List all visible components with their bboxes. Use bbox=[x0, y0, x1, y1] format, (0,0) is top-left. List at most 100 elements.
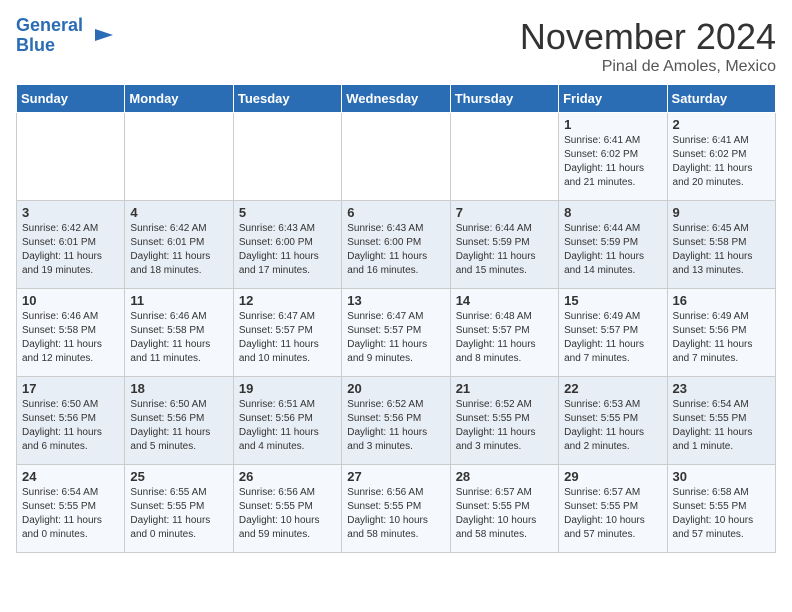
calendar-cell: 7 Sunrise: 6:44 AM Sunset: 5:59 PM Daylig… bbox=[450, 201, 558, 289]
day-number: 11 bbox=[130, 293, 227, 308]
calendar-cell: 12 Sunrise: 6:47 AM Sunset: 5:57 PM Dayli… bbox=[233, 289, 341, 377]
calendar-cell: 29 Sunrise: 6:57 AM Sunset: 5:55 PM Dayli… bbox=[559, 465, 667, 553]
day-info: Sunrise: 6:57 AM Sunset: 5:55 PM Dayligh… bbox=[456, 486, 553, 542]
calendar-cell: 8Sunrise: 6:44 AM Sunset: 5:59 PM Daylig… bbox=[559, 201, 667, 289]
day-number: 29 bbox=[564, 469, 661, 484]
calendar-cell: 2 Sunrise: 6:41 AM Sunset: 6:02 PM Daylig… bbox=[667, 113, 775, 201]
day-info: Sunrise: 6:53 AM Sunset: 5:55 PM Dayligh… bbox=[564, 398, 661, 454]
day-info: Sunrise: 6:43 AM Sunset: 6:00 PM Dayligh… bbox=[347, 222, 444, 278]
day-info: Sunrise: 6:42 AM Sunset: 6:01 PM Dayligh… bbox=[130, 222, 227, 278]
day-number: 6 bbox=[347, 205, 444, 220]
day-of-week-header: Saturday bbox=[667, 85, 775, 113]
calendar-cell: 16Sunrise: 6:49 AM Sunset: 5:56 PM Dayli… bbox=[667, 289, 775, 377]
day-number: 18 bbox=[130, 381, 227, 396]
calendar-cell bbox=[233, 113, 341, 201]
title-block: November 2024 Pinal de Amoles, Mexico bbox=[520, 16, 776, 76]
day-number: 22 bbox=[564, 381, 661, 396]
month-title: November 2024 bbox=[520, 16, 776, 58]
calendar-week-row: 24Sunrise: 6:54 AM Sunset: 5:55 PM Dayli… bbox=[17, 465, 776, 553]
day-info: Sunrise: 6:46 AM Sunset: 5:58 PM Dayligh… bbox=[22, 310, 119, 366]
day-info: Sunrise: 6:54 AM Sunset: 5:55 PM Dayligh… bbox=[673, 398, 770, 454]
calendar-header-row: SundayMondayTuesdayWednesdayThursdayFrid… bbox=[17, 85, 776, 113]
day-of-week-header: Tuesday bbox=[233, 85, 341, 113]
calendar-table: SundayMondayTuesdayWednesdayThursdayFrid… bbox=[16, 84, 776, 553]
calendar-cell bbox=[450, 113, 558, 201]
calendar-cell bbox=[125, 113, 233, 201]
calendar-body: 1 Sunrise: 6:41 AM Sunset: 6:02 PM Daylig… bbox=[17, 113, 776, 553]
day-info: Sunrise: 6:57 AM Sunset: 5:55 PM Dayligh… bbox=[564, 486, 661, 542]
calendar-cell: 28 Sunrise: 6:57 AM Sunset: 5:55 PM Dayli… bbox=[450, 465, 558, 553]
calendar-cell: 15 Sunrise: 6:49 AM Sunset: 5:57 PM Dayli… bbox=[559, 289, 667, 377]
logo: GeneralBlue bbox=[16, 16, 115, 56]
calendar-cell: 10Sunrise: 6:46 AM Sunset: 5:58 PM Dayli… bbox=[17, 289, 125, 377]
calendar-cell: 25 Sunrise: 6:55 AM Sunset: 5:55 PM Dayli… bbox=[125, 465, 233, 553]
day-info: Sunrise: 6:52 AM Sunset: 5:56 PM Dayligh… bbox=[347, 398, 444, 454]
calendar-cell: 26 Sunrise: 6:56 AM Sunset: 5:55 PM Dayli… bbox=[233, 465, 341, 553]
calendar-cell: 22 Sunrise: 6:53 AM Sunset: 5:55 PM Dayli… bbox=[559, 377, 667, 465]
calendar-cell: 14 Sunrise: 6:48 AM Sunset: 5:57 PM Dayli… bbox=[450, 289, 558, 377]
day-number: 17 bbox=[22, 381, 119, 396]
day-number: 12 bbox=[239, 293, 336, 308]
day-number: 13 bbox=[347, 293, 444, 308]
day-info: Sunrise: 6:49 AM Sunset: 5:56 PM Dayligh… bbox=[673, 310, 770, 366]
day-of-week-header: Friday bbox=[559, 85, 667, 113]
day-number: 9 bbox=[673, 205, 770, 220]
day-info: Sunrise: 6:50 AM Sunset: 5:56 PM Dayligh… bbox=[130, 398, 227, 454]
day-info: Sunrise: 6:41 AM Sunset: 6:02 PM Dayligh… bbox=[673, 134, 770, 190]
calendar-cell: 24Sunrise: 6:54 AM Sunset: 5:55 PM Dayli… bbox=[17, 465, 125, 553]
day-number: 30 bbox=[673, 469, 770, 484]
day-info: Sunrise: 6:55 AM Sunset: 5:55 PM Dayligh… bbox=[130, 486, 227, 542]
calendar-cell: 11 Sunrise: 6:46 AM Sunset: 5:58 PM Dayli… bbox=[125, 289, 233, 377]
day-number: 21 bbox=[456, 381, 553, 396]
day-info: Sunrise: 6:50 AM Sunset: 5:56 PM Dayligh… bbox=[22, 398, 119, 454]
calendar-cell: 13Sunrise: 6:47 AM Sunset: 5:57 PM Dayli… bbox=[342, 289, 450, 377]
calendar-cell: 4Sunrise: 6:42 AM Sunset: 6:01 PM Daylig… bbox=[125, 201, 233, 289]
day-number: 7 bbox=[456, 205, 553, 220]
day-info: Sunrise: 6:58 AM Sunset: 5:55 PM Dayligh… bbox=[673, 486, 770, 542]
day-number: 15 bbox=[564, 293, 661, 308]
page-header: GeneralBlue November 2024 Pinal de Amole… bbox=[16, 16, 776, 76]
day-number: 5 bbox=[239, 205, 336, 220]
calendar-cell: 19Sunrise: 6:51 AM Sunset: 5:56 PM Dayli… bbox=[233, 377, 341, 465]
day-info: Sunrise: 6:56 AM Sunset: 5:55 PM Dayligh… bbox=[239, 486, 336, 542]
logo-icon bbox=[85, 21, 115, 51]
day-of-week-header: Wednesday bbox=[342, 85, 450, 113]
day-info: Sunrise: 6:54 AM Sunset: 5:55 PM Dayligh… bbox=[22, 486, 119, 542]
calendar-cell: 5Sunrise: 6:43 AM Sunset: 6:00 PM Daylig… bbox=[233, 201, 341, 289]
day-number: 26 bbox=[239, 469, 336, 484]
day-number: 2 bbox=[673, 117, 770, 132]
day-number: 1 bbox=[564, 117, 661, 132]
day-of-week-header: Thursday bbox=[450, 85, 558, 113]
location-subtitle: Pinal de Amoles, Mexico bbox=[520, 58, 776, 76]
calendar-cell: 9 Sunrise: 6:45 AM Sunset: 5:58 PM Daylig… bbox=[667, 201, 775, 289]
calendar-cell: 27Sunrise: 6:56 AM Sunset: 5:55 PM Dayli… bbox=[342, 465, 450, 553]
calendar-cell bbox=[342, 113, 450, 201]
day-number: 25 bbox=[130, 469, 227, 484]
day-number: 14 bbox=[456, 293, 553, 308]
day-info: Sunrise: 6:41 AM Sunset: 6:02 PM Dayligh… bbox=[564, 134, 661, 190]
day-number: 23 bbox=[673, 381, 770, 396]
calendar-cell: 18 Sunrise: 6:50 AM Sunset: 5:56 PM Dayli… bbox=[125, 377, 233, 465]
calendar-cell: 21 Sunrise: 6:52 AM Sunset: 5:55 PM Dayli… bbox=[450, 377, 558, 465]
day-info: Sunrise: 6:48 AM Sunset: 5:57 PM Dayligh… bbox=[456, 310, 553, 366]
calendar-cell: 6 Sunrise: 6:43 AM Sunset: 6:00 PM Daylig… bbox=[342, 201, 450, 289]
day-number: 28 bbox=[456, 469, 553, 484]
day-info: Sunrise: 6:47 AM Sunset: 5:57 PM Dayligh… bbox=[239, 310, 336, 366]
calendar-week-row: 1 Sunrise: 6:41 AM Sunset: 6:02 PM Daylig… bbox=[17, 113, 776, 201]
day-info: Sunrise: 6:45 AM Sunset: 5:58 PM Dayligh… bbox=[673, 222, 770, 278]
calendar-cell: 1 Sunrise: 6:41 AM Sunset: 6:02 PM Daylig… bbox=[559, 113, 667, 201]
calendar-cell: 30 Sunrise: 6:58 AM Sunset: 5:55 PM Dayli… bbox=[667, 465, 775, 553]
day-info: Sunrise: 6:46 AM Sunset: 5:58 PM Dayligh… bbox=[130, 310, 227, 366]
day-info: Sunrise: 6:49 AM Sunset: 5:57 PM Dayligh… bbox=[564, 310, 661, 366]
day-info: Sunrise: 6:44 AM Sunset: 5:59 PM Dayligh… bbox=[564, 222, 661, 278]
calendar-cell: 3 Sunrise: 6:42 AM Sunset: 6:01 PM Daylig… bbox=[17, 201, 125, 289]
day-info: Sunrise: 6:42 AM Sunset: 6:01 PM Dayligh… bbox=[22, 222, 119, 278]
day-info: Sunrise: 6:52 AM Sunset: 5:55 PM Dayligh… bbox=[456, 398, 553, 454]
calendar-cell: 20Sunrise: 6:52 AM Sunset: 5:56 PM Dayli… bbox=[342, 377, 450, 465]
day-number: 3 bbox=[22, 205, 119, 220]
calendar-cell: 23 Sunrise: 6:54 AM Sunset: 5:55 PM Dayli… bbox=[667, 377, 775, 465]
calendar-week-row: 3 Sunrise: 6:42 AM Sunset: 6:01 PM Daylig… bbox=[17, 201, 776, 289]
day-info: Sunrise: 6:56 AM Sunset: 5:55 PM Dayligh… bbox=[347, 486, 444, 542]
day-info: Sunrise: 6:44 AM Sunset: 5:59 PM Dayligh… bbox=[456, 222, 553, 278]
logo-text: GeneralBlue bbox=[16, 16, 83, 56]
